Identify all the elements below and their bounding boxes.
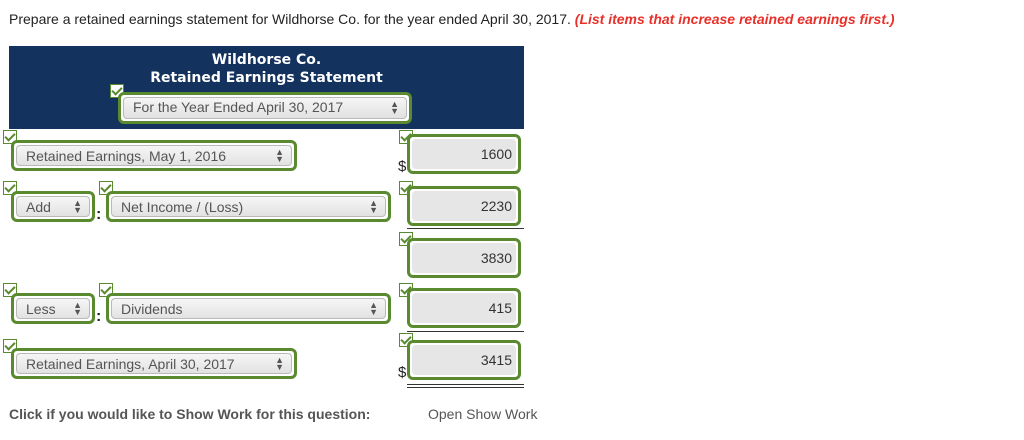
total-rule <box>407 331 524 332</box>
net-income-label: Net Income / (Loss) <box>121 199 244 215</box>
separator-colon: : <box>96 308 102 325</box>
period-select-label: For the Year Ended April 30, 2017 <box>133 99 344 115</box>
dividends-label: Dividends <box>121 301 183 317</box>
select-arrows-icon: ▲ ▼ <box>369 197 378 215</box>
net-income-amount-field[interactable]: 2230 <box>407 186 521 226</box>
add-operator-select[interactable]: Add ▲ ▼ <box>11 191 95 222</box>
period-select[interactable]: For the Year Ended April 30, 2017 ▲ ▼ <box>118 92 412 124</box>
net-income-amount: 2230 <box>480 198 512 214</box>
instructions-text: Prepare a retained earnings statement fo… <box>9 11 571 27</box>
select-arrows-icon: ▲ ▼ <box>369 299 378 317</box>
dollar-sign: $ <box>398 364 407 381</box>
beginning-balance-select[interactable]: Retained Earnings, May 1, 2016 ▲ ▼ <box>11 140 297 171</box>
company-name: Wildhorse Co. <box>211 52 322 68</box>
add-operator-label: Add <box>26 199 51 215</box>
dividends-amount: 415 <box>488 300 512 316</box>
net-income-select[interactable]: Net Income / (Loss) ▲ ▼ <box>106 191 391 222</box>
double-rule-bottom <box>407 387 524 388</box>
select-arrows-icon: ▲ ▼ <box>275 146 284 164</box>
select-arrows-icon: ▲ ▼ <box>390 99 399 116</box>
show-work-prompt: Click if you would like to Show Work for… <box>9 406 371 422</box>
beginning-amount: 1600 <box>480 146 512 162</box>
subtotal-rule <box>407 228 524 229</box>
subtotal-amount: 3830 <box>480 250 512 266</box>
select-arrows-icon: ▲ ▼ <box>275 354 284 372</box>
beginning-balance-label: Retained Earnings, May 1, 2016 <box>26 148 227 164</box>
instructions-hint: (List items that increase retained earni… <box>574 11 895 27</box>
select-arrows-icon: ▲ ▼ <box>73 299 82 317</box>
beginning-amount-field[interactable]: 1600 <box>407 134 521 174</box>
statement-title: Retained Earnings Statement <box>150 70 383 86</box>
dividends-amount-field[interactable]: 415 <box>407 288 521 328</box>
less-operator-label: Less <box>26 301 56 317</box>
double-rule-top <box>407 384 524 385</box>
instructions: Prepare a retained earnings statement fo… <box>9 11 895 27</box>
dollar-sign: $ <box>398 158 407 175</box>
select-arrows-icon: ▲ ▼ <box>73 197 82 215</box>
less-operator-select[interactable]: Less ▲ ▼ <box>11 293 95 324</box>
separator-colon: : <box>96 206 102 223</box>
subtotal-amount-field[interactable]: 3830 <box>407 238 521 278</box>
ending-amount-field[interactable]: 3415 <box>407 340 521 380</box>
ending-balance-label: Retained Earnings, April 30, 2017 <box>26 356 235 372</box>
dividends-select[interactable]: Dividends ▲ ▼ <box>106 293 391 324</box>
open-show-work-link[interactable]: Open Show Work <box>428 406 537 422</box>
ending-balance-select[interactable]: Retained Earnings, April 30, 2017 ▲ ▼ <box>11 348 297 379</box>
ending-amount: 3415 <box>480 352 512 368</box>
